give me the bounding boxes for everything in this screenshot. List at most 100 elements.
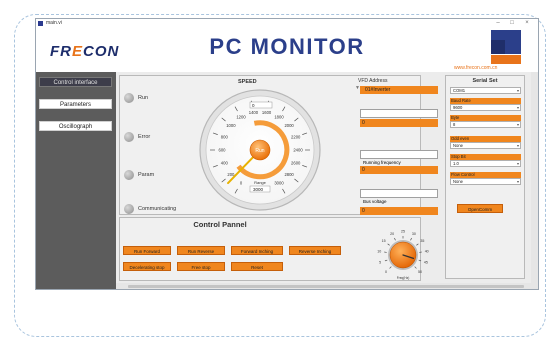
communicating-indicator-label: Communicating (138, 206, 177, 212)
byte-select[interactable]: 8 ▾ (450, 121, 521, 128)
horizontal-scrollbar[interactable] (116, 283, 538, 289)
speed-gauge: 0200400600800100012001400 160018002000220… (199, 89, 321, 211)
speed-gauge-title: SPEED (238, 79, 257, 85)
knob-tick-label: 25 (401, 229, 405, 233)
byte-value: 8 (453, 122, 456, 127)
decelerating-stop-button[interactable]: Decelerating stop (123, 262, 171, 271)
knob-tick (416, 243, 419, 246)
knob-tick-label: 5 (379, 261, 381, 265)
app-window: main.vi – □ × FRECON PC MONITOR www.frec… (35, 18, 539, 290)
param-indicator (124, 170, 134, 180)
vfd-address-label: VFD Address (358, 78, 388, 84)
dropdown-arrow-icon: ▾ (516, 105, 519, 110)
odd-even-value: None (453, 143, 464, 148)
knob-tick-label: 10 (377, 250, 381, 254)
com-port-value: COM1 (453, 88, 466, 93)
baud-rate-select[interactable]: 9600 ▾ (450, 104, 521, 111)
gauge-range-label: Range (254, 180, 267, 185)
knob-tick-label: 40 (425, 250, 429, 254)
gauge-tick-label: 1800 (274, 115, 284, 120)
run-indicator-label: Run (138, 95, 149, 101)
serial-panel-title: Serial Set (472, 78, 498, 84)
control-panel-title: Control Pannel (193, 220, 247, 229)
error-indicator (124, 132, 134, 142)
gauge-tick-label: 2800 (284, 172, 294, 177)
gauge-tick-label: 1600 (262, 110, 272, 115)
dropdown-arrow-icon: ▾ (516, 161, 519, 166)
knob-tick (410, 237, 412, 241)
dropdown-arrow-icon: ▾ (516, 122, 519, 127)
gauge-tick-label: 800 (221, 134, 229, 139)
vertical-scrollbar[interactable] (531, 72, 538, 283)
app-header: FRECON PC MONITOR www.frecon.com.cn (36, 28, 538, 72)
gauge-tick-label: 1200 (236, 115, 246, 120)
flow-control-value: None (453, 179, 464, 184)
stop-bit-select[interactable]: 1.0 ▾ (450, 160, 521, 167)
gauge-tick-label: 400 (221, 160, 229, 165)
nav-parameters[interactable]: Parameters (39, 99, 112, 109)
bus-voltage-field: Bus voltage (360, 189, 438, 204)
knob-tick-label: 45 (424, 261, 428, 265)
knob-tick-label: 20 (390, 232, 394, 236)
gauge-tick-label: 2000 (284, 123, 294, 128)
com-port-select[interactable]: COM1 ▾ (450, 87, 521, 94)
stop-bit-value: 1.0 (453, 161, 459, 166)
reset-button[interactable]: Reset (231, 262, 283, 271)
app-icon (38, 21, 43, 26)
vfd-address-select[interactable]: 01#Inverter (360, 86, 438, 94)
knob-tick (389, 266, 392, 269)
run-forward-button[interactable]: Run Forward (123, 246, 171, 255)
set-frequency-field[interactable]: Set frequency (360, 109, 438, 124)
knob-tick-label: 15 (382, 239, 386, 243)
knob-tick (387, 243, 390, 246)
open-comm-button[interactable]: OpenComm (457, 204, 503, 213)
brand-mark-icon (491, 30, 521, 64)
gauge-range-value: 3000 (253, 187, 264, 192)
nav-control-interface[interactable]: Control interface (39, 77, 112, 87)
bus-voltage-label: Bus voltage (363, 199, 387, 204)
gauge-tick-label: 2200 (291, 134, 301, 139)
odd-even-select[interactable]: None ▾ (450, 142, 521, 149)
run-indicator (124, 93, 134, 103)
gauge-tick-label: 600 (219, 147, 227, 152)
minimize-button[interactable]: – (492, 19, 504, 28)
reverse-inching-button[interactable]: Reverse Inching (289, 246, 341, 255)
gauge-tick-label: 1000 (226, 123, 236, 128)
nav-oscillograph[interactable]: Oscillograph (39, 121, 112, 131)
maximize-button[interactable]: □ (506, 19, 518, 28)
monitor-panel: Run Error Param Communicating SPEED 0 20… (119, 75, 438, 215)
knob-tick (414, 266, 417, 269)
knob-unit-label: Freq(Hz) (397, 276, 410, 280)
forward-inching-button[interactable]: Forward Inching (231, 246, 283, 255)
window-title: main.vi (46, 20, 62, 26)
bus-voltage-value: 0 (360, 207, 438, 215)
knob-tick-label: 35 (420, 239, 424, 243)
dropdown-arrow-icon: ▾ (516, 88, 519, 93)
running-frequency-label: Running frequency (363, 160, 401, 165)
knob-tick-label: 30 (412, 232, 416, 236)
gauge-tick-label: 2400 (293, 147, 303, 152)
knob-tick (418, 259, 422, 262)
gauge-tick-label: 1400 (249, 110, 259, 115)
error-indicator-label: Error (138, 134, 151, 140)
knob-tick-label: 0 (385, 270, 387, 274)
knob-tick (394, 237, 396, 241)
set-frequency-value: 0 (360, 119, 438, 127)
flow-control-select[interactable]: None ▾ (450, 178, 521, 185)
title-bar: main.vi – □ × (36, 19, 538, 28)
horizontal-scroll-thumb[interactable] (128, 285, 524, 288)
dropdown-arrow-icon: ▼ (355, 85, 360, 91)
free-stop-button[interactable]: Free stop (177, 262, 225, 271)
control-panel: Control Pannel Run Forward Run Reverse F… (119, 217, 429, 281)
close-button[interactable]: × (521, 19, 533, 28)
dropdown-arrow-icon: ▾ (516, 143, 519, 148)
main-panel: Run Error Param Communicating SPEED 0 20… (116, 72, 531, 283)
running-frequency-value: 0 (360, 166, 438, 174)
dropdown-arrow-icon: ▾ (516, 179, 519, 184)
frequency-knob[interactable]: 0 5 10 15 20 25 30 35 40 45 50 Freq(Hz) (374, 225, 432, 281)
gauge-tick-label: 2600 (291, 160, 301, 165)
gauge-center-label: Run (255, 148, 264, 154)
baud-rate-value: 9600 (453, 105, 463, 110)
knob-tick (384, 259, 388, 262)
run-reverse-button[interactable]: Run Reverse (177, 246, 225, 255)
